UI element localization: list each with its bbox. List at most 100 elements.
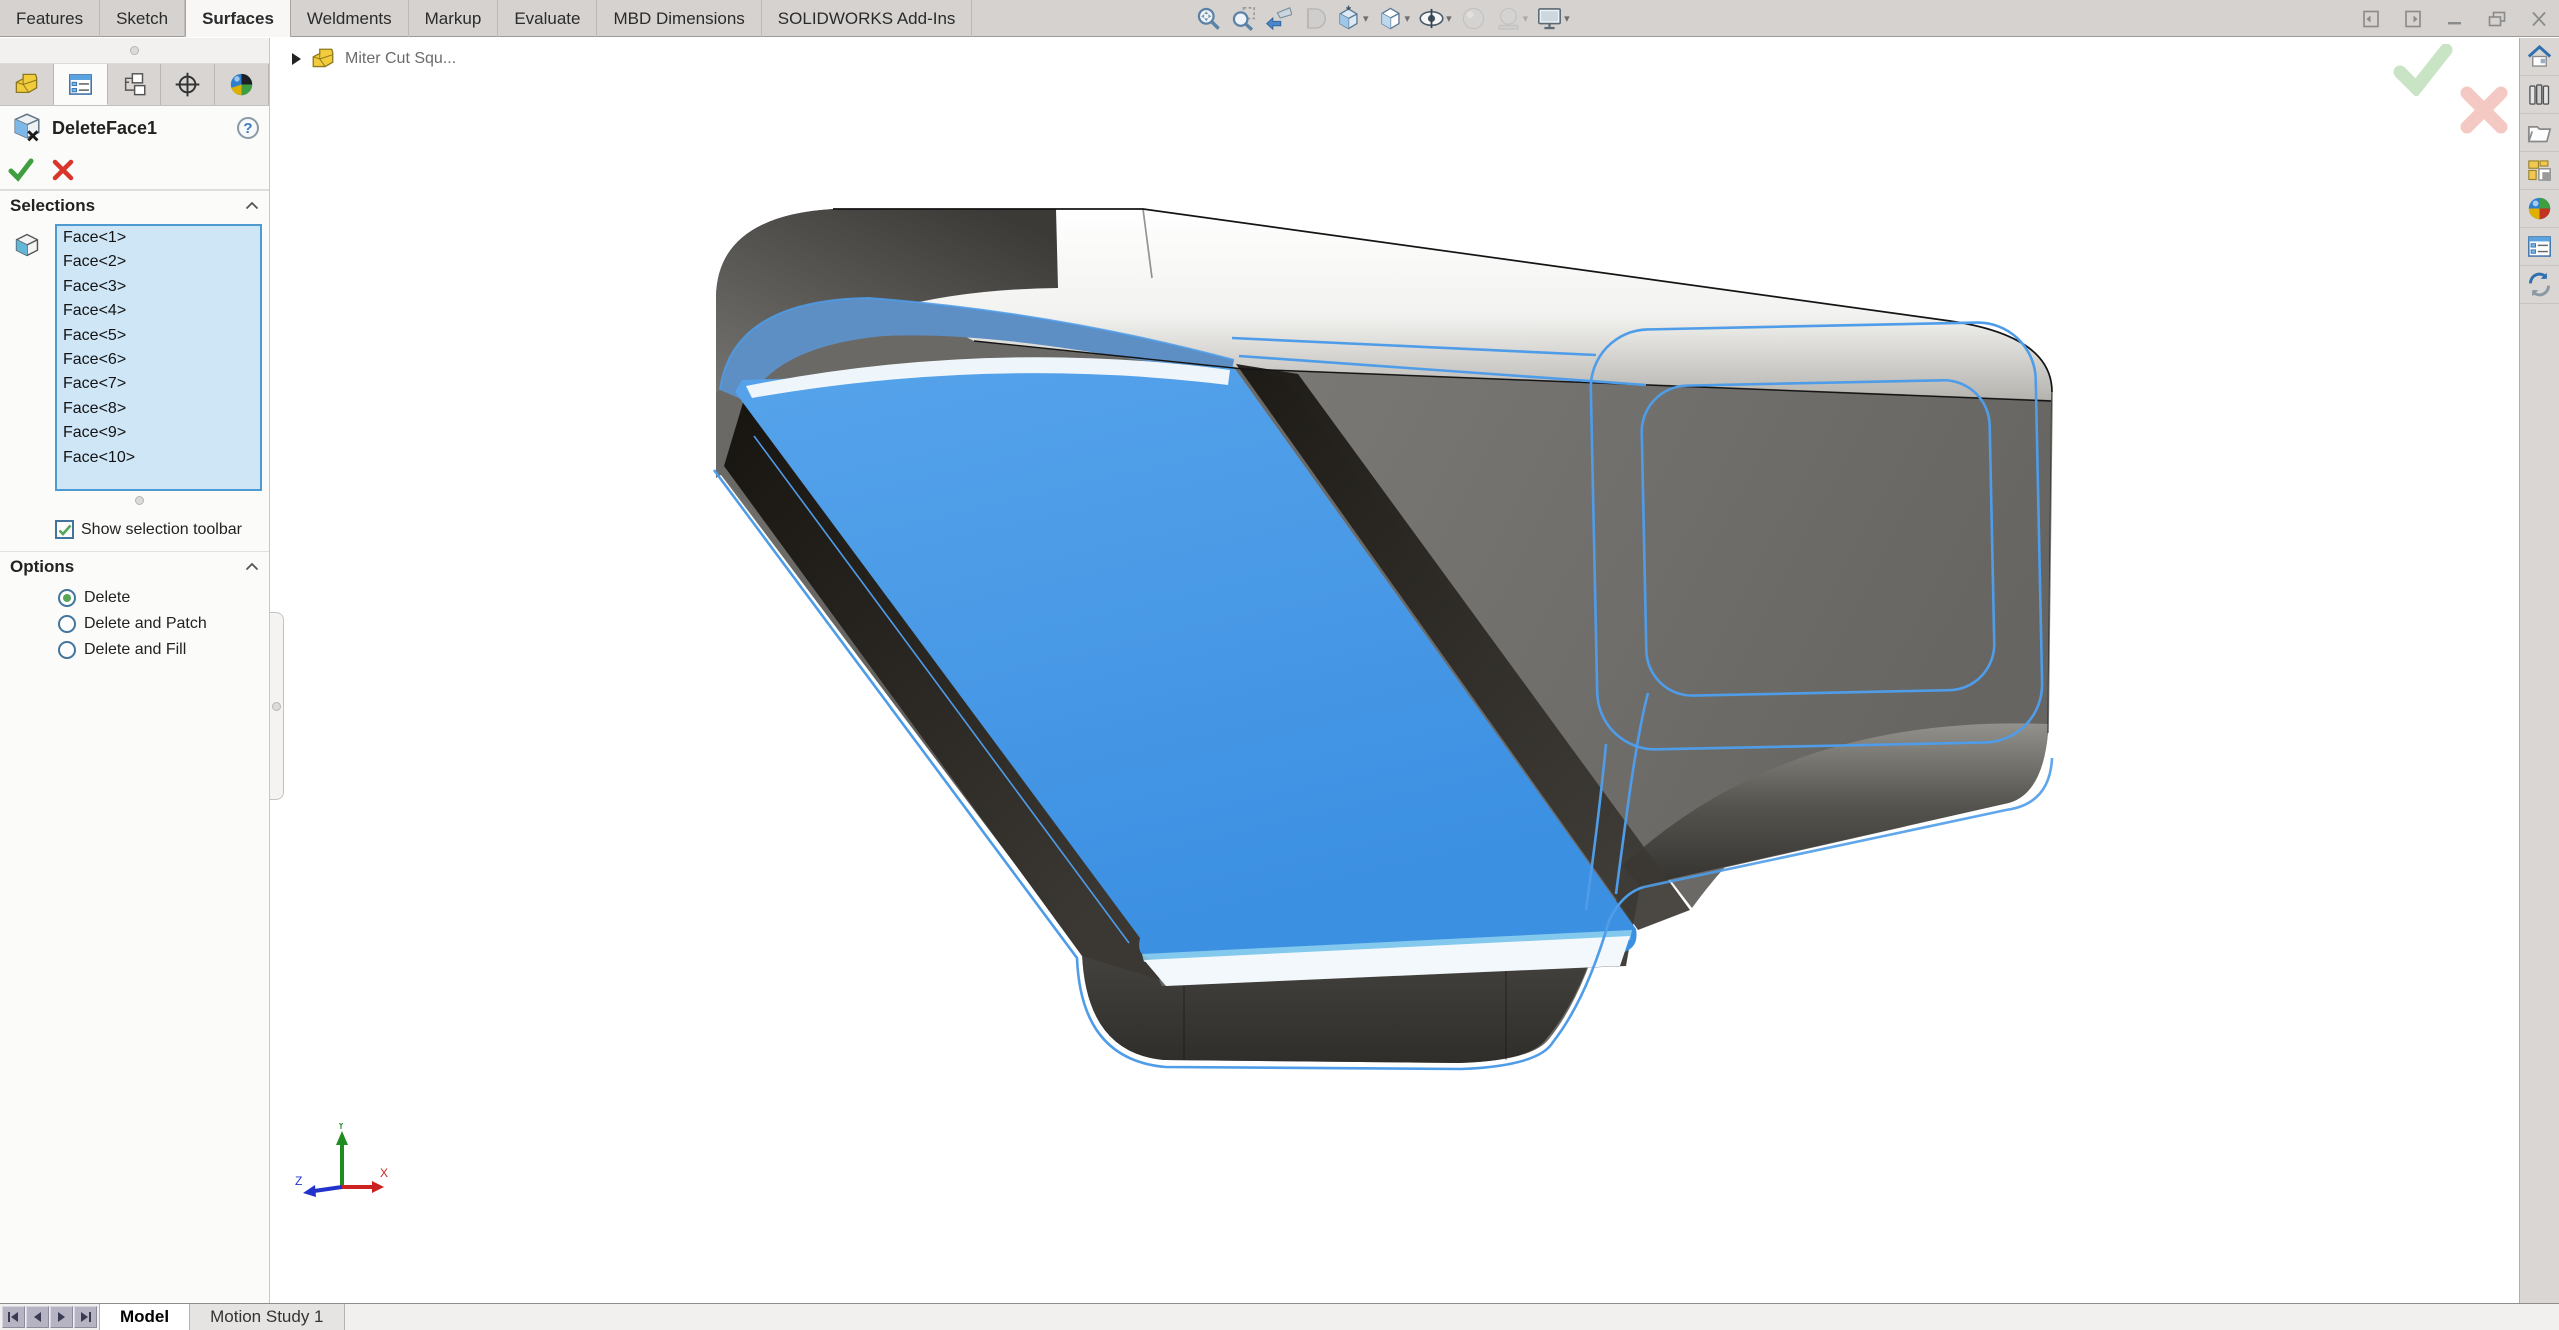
selections-section-header[interactable]: Selections — [0, 190, 269, 220]
expand-tree-arrow-icon[interactable] — [292, 53, 301, 65]
face-list-item[interactable]: Face<5> — [57, 324, 260, 348]
appearances-sphere-icon — [2526, 195, 2553, 222]
task-pane-design-library-button[interactable] — [2520, 76, 2559, 114]
ribbon-tab-evaluate[interactable]: Evaluate — [498, 0, 597, 37]
ok-button[interactable] — [8, 157, 34, 183]
confirmation-ok-check-icon[interactable] — [2392, 44, 2454, 96]
panel-collapse-strip[interactable] — [0, 38, 269, 64]
ribbon-tab-features[interactable]: Features — [0, 0, 100, 37]
face-list-item[interactable]: Face<1> — [57, 226, 260, 250]
list-resize-handle[interactable] — [135, 496, 144, 505]
zoom-to-area-icon — [1230, 5, 1257, 32]
window-controls — [2361, 0, 2549, 37]
y-axis-label: Y — [337, 1123, 345, 1132]
checkmark-icon — [58, 524, 72, 536]
minimize-icon[interactable] — [2445, 10, 2465, 28]
delete-radio[interactable] — [58, 589, 76, 607]
face-list-item[interactable]: Face<8> — [57, 397, 260, 421]
task-pane-file-explorer-button[interactable] — [2520, 114, 2559, 152]
heads-up-view-toolbar: ▾ ▾ ▾ ▾ ▾ — [1192, 0, 1573, 37]
restore-icon[interactable] — [2487, 10, 2507, 28]
delete-and-fill-radio[interactable] — [58, 641, 76, 659]
previous-view-icon — [1265, 5, 1292, 32]
previous-view-button[interactable] — [1262, 3, 1295, 35]
zoom-to-fit-button[interactable] — [1192, 3, 1225, 35]
task-pane-appearances-button[interactable] — [2520, 190, 2559, 228]
options-header-label: Options — [10, 557, 74, 577]
ribbon-tab-sketch[interactable]: Sketch — [100, 0, 185, 37]
panel-splitter-handle[interactable] — [270, 612, 284, 800]
selections-header-label: Selections — [10, 196, 95, 216]
collapse-panel-left-icon[interactable] — [2361, 10, 2381, 28]
configuration-manager-icon — [120, 71, 147, 98]
dimxpert-icon — [174, 71, 201, 98]
show-selection-toolbar-checkbox[interactable] — [55, 520, 74, 539]
graphics-area[interactable]: Miter Cut Squ... Y X Z — [284, 38, 2519, 1303]
show-selection-toolbar-row: Show selection toolbar — [55, 520, 269, 539]
face-list-item[interactable]: Face<9> — [57, 421, 260, 445]
nav-next-button[interactable] — [50, 1306, 73, 1328]
model-3d-view[interactable] — [284, 38, 2519, 1303]
close-icon[interactable] — [2529, 10, 2549, 28]
nav-last-button[interactable] — [74, 1306, 97, 1328]
ribbon-tab-solidworks-add-ins[interactable]: SOLIDWORKS Add-Ins — [762, 0, 973, 37]
ribbon-tab-mbd-dimensions[interactable]: MBD Dimensions — [597, 0, 761, 37]
delete-and-fill-radio-label: Delete and Fill — [84, 641, 186, 659]
collapse-chevron-icon[interactable] — [245, 562, 259, 571]
edit-appearance-button[interactable] — [1457, 3, 1490, 35]
zoom-to-fit-icon — [1195, 5, 1222, 32]
nav-previous-button[interactable] — [26, 1306, 49, 1328]
view-settings-button[interactable]: ▾ — [1533, 3, 1573, 35]
cancel-button[interactable] — [50, 157, 76, 183]
orientation-triad: Y X Z — [294, 1123, 389, 1223]
panel-collapse-handle[interactable] — [130, 46, 139, 55]
display-manager-icon — [228, 71, 255, 98]
ribbon-tab-surfaces[interactable]: Surfaces — [185, 0, 291, 37]
face-list-item[interactable]: Face<7> — [57, 372, 260, 396]
option-delete-and-patch-row: Delete and Patch — [58, 615, 269, 633]
display-style-button[interactable]: ▾ — [1374, 3, 1414, 35]
tab-model[interactable]: Model — [99, 1304, 190, 1330]
view-settings-dropdown-arrow[interactable]: ▾ — [1564, 12, 1570, 25]
collapse-chevron-icon[interactable] — [245, 201, 259, 210]
ribbon-tab-markup[interactable]: Markup — [409, 0, 499, 37]
options-section-header[interactable]: Options — [0, 551, 269, 581]
face-list-item[interactable]: Face<3> — [57, 275, 260, 299]
zoom-to-area-button[interactable] — [1227, 3, 1260, 35]
flyout-feature-tree[interactable]: Miter Cut Squ... — [292, 46, 456, 72]
face-list-item[interactable]: Face<6> — [57, 348, 260, 372]
part-name-label: Miter Cut Squ... — [345, 50, 456, 68]
task-pane-view-palette-button[interactable] — [2520, 152, 2559, 190]
face-list-item[interactable]: Face<4> — [57, 299, 260, 323]
hide-show-dropdown-arrow[interactable]: ▾ — [1446, 12, 1452, 25]
delete-and-patch-radio[interactable] — [58, 615, 76, 633]
tab-motion-study-1[interactable]: Motion Study 1 — [190, 1304, 344, 1330]
page-title: DeleteFace1 — [52, 118, 237, 139]
display-style-dropdown-arrow[interactable]: ▾ — [1405, 12, 1411, 25]
apply-scene-dropdown-arrow[interactable]: ▾ — [1523, 12, 1529, 25]
hide-show-items-button[interactable]: ▾ — [1415, 3, 1455, 35]
tab-propertymanager[interactable] — [54, 64, 108, 105]
sync-arrows-icon — [2526, 271, 2553, 298]
task-pane-custom-properties-button[interactable] — [2520, 228, 2559, 266]
selection-list[interactable]: Face<1> Face<2> Face<3> Face<4> Face<5> … — [55, 224, 262, 491]
view-orientation-button[interactable]: ▾ — [1332, 3, 1372, 35]
ribbon-tab-weldments[interactable]: Weldments — [291, 0, 409, 37]
tab-configuration-manager[interactable] — [108, 64, 162, 105]
task-pane-forum-button[interactable] — [2520, 266, 2559, 304]
delete-and-patch-radio-label: Delete and Patch — [84, 615, 207, 633]
tab-featuremanager-design-tree[interactable] — [0, 64, 54, 105]
section-view-button[interactable] — [1297, 3, 1330, 35]
help-icon[interactable]: ? — [237, 117, 259, 139]
task-pane-home-button[interactable] — [2520, 38, 2559, 76]
confirmation-cancel-x-icon[interactable] — [2458, 84, 2510, 136]
face-list-item[interactable]: Face<2> — [57, 250, 260, 274]
face-list-item[interactable]: Face<10> — [57, 446, 260, 470]
tab-display-manager[interactable] — [215, 64, 269, 105]
collapse-panel-right-icon[interactable] — [2403, 10, 2423, 28]
view-orientation-dropdown-arrow[interactable]: ▾ — [1363, 12, 1369, 25]
z-axis-label: Z — [295, 1174, 302, 1188]
apply-scene-button[interactable]: ▾ — [1492, 3, 1532, 35]
tab-dimxpert-manager[interactable] — [161, 64, 215, 105]
nav-first-button[interactable] — [2, 1306, 25, 1328]
